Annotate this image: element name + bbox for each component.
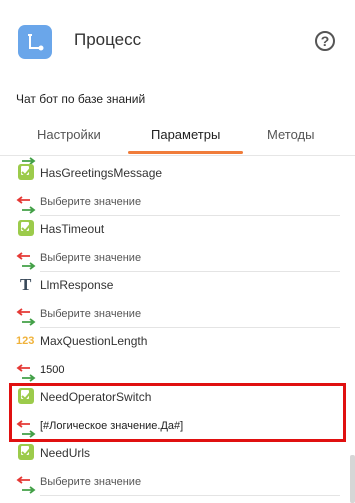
in-out-arrows-icon: [16, 476, 36, 494]
divider: [40, 495, 340, 496]
page-title: Процесс: [74, 30, 142, 49]
checkbox-icon: [18, 388, 34, 404]
param-row[interactable]: HasGreetingsMessage: [0, 162, 355, 184]
divider: [40, 271, 340, 272]
highlight-box: [9, 383, 346, 442]
param-value-row[interactable]: Выберите значение: [0, 246, 355, 272]
tab-parameters[interactable]: Параметры: [151, 127, 220, 142]
active-tab-indicator: [128, 151, 243, 154]
tab-methods[interactable]: Методы: [267, 127, 314, 142]
param-name: NeedUrls: [40, 446, 91, 460]
divider: [40, 327, 340, 328]
param-name: HasGreetingsMessage: [40, 166, 163, 180]
help-icon[interactable]: ?: [315, 31, 335, 51]
process-name: Чат бот по базе знаний: [16, 92, 146, 106]
param-value: Выберите значение: [40, 196, 142, 208]
param-row[interactable]: 123 MaxQuestionLength: [0, 330, 355, 352]
param-name: LlmResponse: [40, 278, 114, 292]
param-value: Выберите значение: [40, 308, 142, 320]
in-out-arrows-icon: [16, 364, 36, 382]
number-type-icon: 123: [16, 335, 35, 347]
param-row[interactable]: NeedUrls: [0, 442, 355, 464]
checkbox-icon: [18, 220, 34, 236]
header: Процесс ?: [0, 0, 355, 85]
param-row[interactable]: HasTimeout: [0, 218, 355, 240]
param-value: 1500: [40, 364, 65, 376]
param-name: HasTimeout: [40, 222, 105, 236]
process-icon: [18, 25, 52, 59]
in-out-arrows-icon: [16, 252, 36, 270]
param-value-row[interactable]: Выберите значение: [0, 302, 355, 328]
param-value-row[interactable]: Выберите значение: [0, 190, 355, 216]
param-row[interactable]: T LlmResponse: [0, 274, 355, 296]
scrollbar[interactable]: [350, 455, 355, 503]
param-value-row[interactable]: 1500: [0, 358, 355, 384]
param-name: MaxQuestionLength: [40, 334, 148, 348]
checkbox-icon: [18, 164, 34, 180]
text-type-icon: T: [20, 275, 32, 294]
param-value-row[interactable]: Выберите значение: [0, 470, 355, 496]
in-out-arrows-icon: [16, 196, 36, 214]
param-value: Выберите значение: [40, 476, 142, 488]
tab-settings[interactable]: Настройки: [37, 127, 101, 142]
in-out-arrows-icon: [16, 308, 36, 326]
divider: [40, 215, 340, 216]
tabs-divider: [0, 155, 355, 156]
param-value: Выберите значение: [40, 252, 142, 264]
checkbox-icon: [18, 444, 34, 460]
